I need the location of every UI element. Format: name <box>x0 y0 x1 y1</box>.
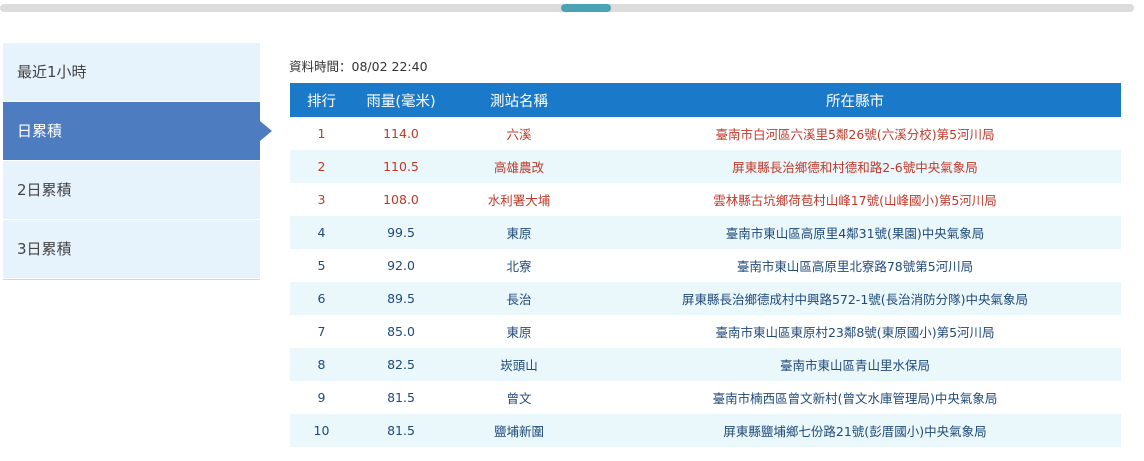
station-cell: 水利署大埔 <box>487 193 551 208</box>
column-header-station: 測站名稱 <box>449 83 589 117</box>
data-timestamp: 資料時間：08/02 22:40 <box>289 59 428 74</box>
table-row: 10 81.5 鹽埔新圍 屏東縣鹽埔鄉七份路21號(彭厝國小)中央氣象局 <box>290 414 1121 447</box>
rank-cell: 1 <box>317 126 326 141</box>
location-cell: 臺南市東山區高原里4鄰31號(果園)中央氣象局 <box>589 216 1121 249</box>
station-cell: 東原 <box>449 216 589 249</box>
table-row: 3 108.0 水利署大埔 雲林縣古坑鄉荷苞村山峰17號(山峰國小)第5河川局 <box>290 183 1121 216</box>
rainfall-cell: 114.0 <box>383 126 419 141</box>
station-cell: 鹽埔新圍 <box>449 414 589 447</box>
rainfall-cell: 89.5 <box>353 282 449 315</box>
station-cell: 長治 <box>449 282 589 315</box>
table-row: 5 92.0 北寮 臺南市東山區高原里北寮路78號第5河川局 <box>290 249 1121 282</box>
column-header-rank: 排行 <box>290 83 353 117</box>
sidebar-item-2-day[interactable]: 2日累積 <box>3 161 260 219</box>
table-row: 4 99.5 東原 臺南市東山區高原里4鄰31號(果園)中央氣象局 <box>290 216 1121 249</box>
table-row: 7 85.0 東原 臺南市東山區東原村23鄰8號(東原國小)第5河川局 <box>290 315 1121 348</box>
sidebar-item-3-day[interactable]: 3日累積 <box>3 220 260 278</box>
station-cell: 高雄農改 <box>449 150 589 183</box>
rank-cell: 2 <box>290 150 353 183</box>
column-header-rainfall: 雨量(毫米) <box>353 83 449 117</box>
table-row: 9 81.5 曾文 臺南市楠西區曾文新村(曾文水庫管理局)中央氣象局 <box>290 381 1121 414</box>
rank-cell: 6 <box>290 282 353 315</box>
location-cell: 臺南市東山區東原村23鄰8號(東原國小)第5河川局 <box>715 325 995 340</box>
rainfall-cell: 110.5 <box>353 150 449 183</box>
table-row: 1 114.0 六溪 臺南市白河區六溪里5鄰26號(六溪分校)第5河川局 <box>290 117 1121 150</box>
rank-cell: 8 <box>290 348 353 381</box>
rainfall-ranking-table: 排行 雨量(毫米) 測站名稱 所在縣市 1 114.0 六溪 臺南市白河區六溪里5鄰2… <box>290 83 1121 447</box>
location-cell: 臺南市白河區六溪里5鄰26號(六溪分校)第5河川局 <box>715 127 995 142</box>
table-row: 8 82.5 崁頭山 臺南市東山區青山里水保局 <box>290 348 1121 381</box>
location-cell: 屏東縣鹽埔鄉七份路21號(彭厝國小)中央氣象局 <box>589 414 1121 447</box>
rank-cell: 10 <box>290 414 353 447</box>
table-header-row: 排行 雨量(毫米) 測站名稱 所在縣市 <box>290 83 1121 117</box>
station-cell: 曾文 <box>506 391 532 406</box>
rank-cell: 9 <box>317 390 326 405</box>
rainfall-cell: 108.0 <box>383 192 419 207</box>
rank-cell: 3 <box>317 192 326 207</box>
horizontal-scrollbar-thumb[interactable] <box>561 4 611 12</box>
rainfall-cell: 81.5 <box>353 414 449 447</box>
table-row: 6 89.5 長治 屏東縣長治鄉德成村中興路572-1號(長治消防分隊)中央氣象局 <box>290 282 1121 315</box>
column-header-location: 所在縣市 <box>589 83 1121 117</box>
rank-cell: 4 <box>290 216 353 249</box>
location-cell: 臺南市東山區高原里北寮路78號第5河川局 <box>736 259 974 274</box>
rank-cell: 7 <box>317 324 326 339</box>
table-row: 2 110.5 高雄農改 屏東縣長治鄉德和村德和路2-6號中央氣象局 <box>290 150 1121 183</box>
location-cell: 雲林縣古坑鄉荷苞村山峰17號(山峰國小)第5河川局 <box>713 193 997 208</box>
location-cell: 臺南市東山區青山里水保局 <box>589 348 1121 381</box>
sidebar: 最近1小時 日累積 2日累積 3日累積 <box>3 43 272 280</box>
sidebar-item-last-hour[interactable]: 最近1小時 <box>3 43 260 101</box>
rainfall-cell: 92.0 <box>387 258 415 273</box>
station-cell: 東原 <box>506 325 532 340</box>
station-cell: 六溪 <box>506 127 532 142</box>
sidebar-item-daily[interactable]: 日累積 <box>3 102 272 160</box>
rank-cell: 5 <box>317 258 326 273</box>
station-cell: 崁頭山 <box>449 348 589 381</box>
rainfall-cell: 99.5 <box>353 216 449 249</box>
rainfall-cell: 85.0 <box>387 324 415 339</box>
rainfall-cell: 82.5 <box>353 348 449 381</box>
rainfall-cell: 81.5 <box>387 390 415 405</box>
station-cell: 北寮 <box>506 259 532 274</box>
location-cell: 臺南市楠西區曾文新村(曾文水庫管理局)中央氣象局 <box>712 391 998 406</box>
location-cell: 屏東縣長治鄉德和村德和路2-6號中央氣象局 <box>589 150 1121 183</box>
location-cell: 屏東縣長治鄉德成村中興路572-1號(長治消防分隊)中央氣象局 <box>589 282 1121 315</box>
